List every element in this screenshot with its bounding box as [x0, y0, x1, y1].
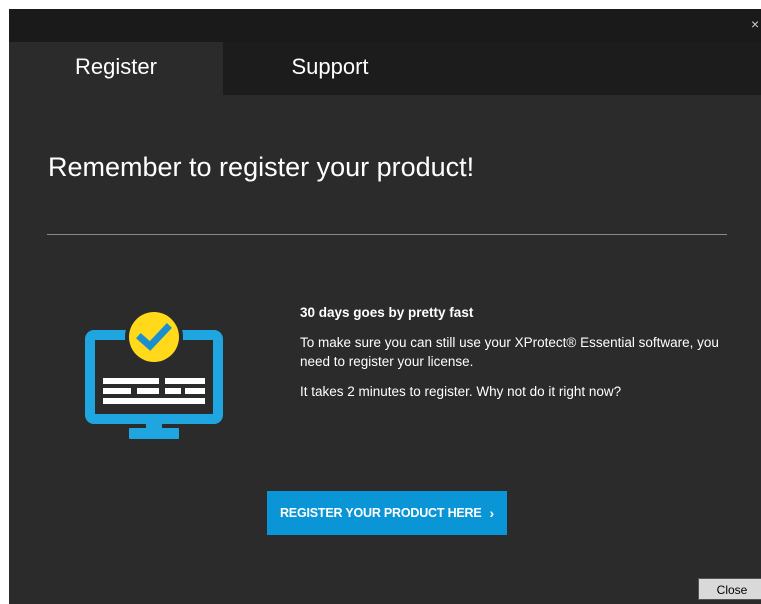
close-icon[interactable]: × [751, 14, 761, 34]
info-body: To make sure you can still use your XPro… [300, 335, 719, 369]
chevron-right-icon: › [489, 505, 495, 521]
title-bar: × [9, 9, 761, 42]
page-title: Remember to register your product! [48, 152, 475, 182]
divider [47, 234, 727, 235]
register-product-button[interactable]: REGISTER YOUR PRODUCT HERE › [267, 491, 507, 535]
register-button-label: REGISTER YOUR PRODUCT HERE [279, 506, 482, 520]
tab-bar: Register Support [9, 42, 761, 95]
close-button[interactable]: Close [698, 578, 761, 600]
tab-register[interactable]: Register [9, 42, 223, 95]
checkmark-icon [125, 308, 183, 366]
info-title: 30 days goes by pretty fast [300, 305, 474, 320]
monitor-with-checkmark-icon [85, 308, 223, 439]
info-body-cta: It takes 2 minutes to register. Why not … [300, 384, 622, 399]
register-dialog: × Register Support Remember to register … [9, 9, 761, 604]
tab-support[interactable]: Support [223, 42, 437, 95]
info-text: 30 days goes by pretty fast To make sure… [300, 304, 740, 412]
